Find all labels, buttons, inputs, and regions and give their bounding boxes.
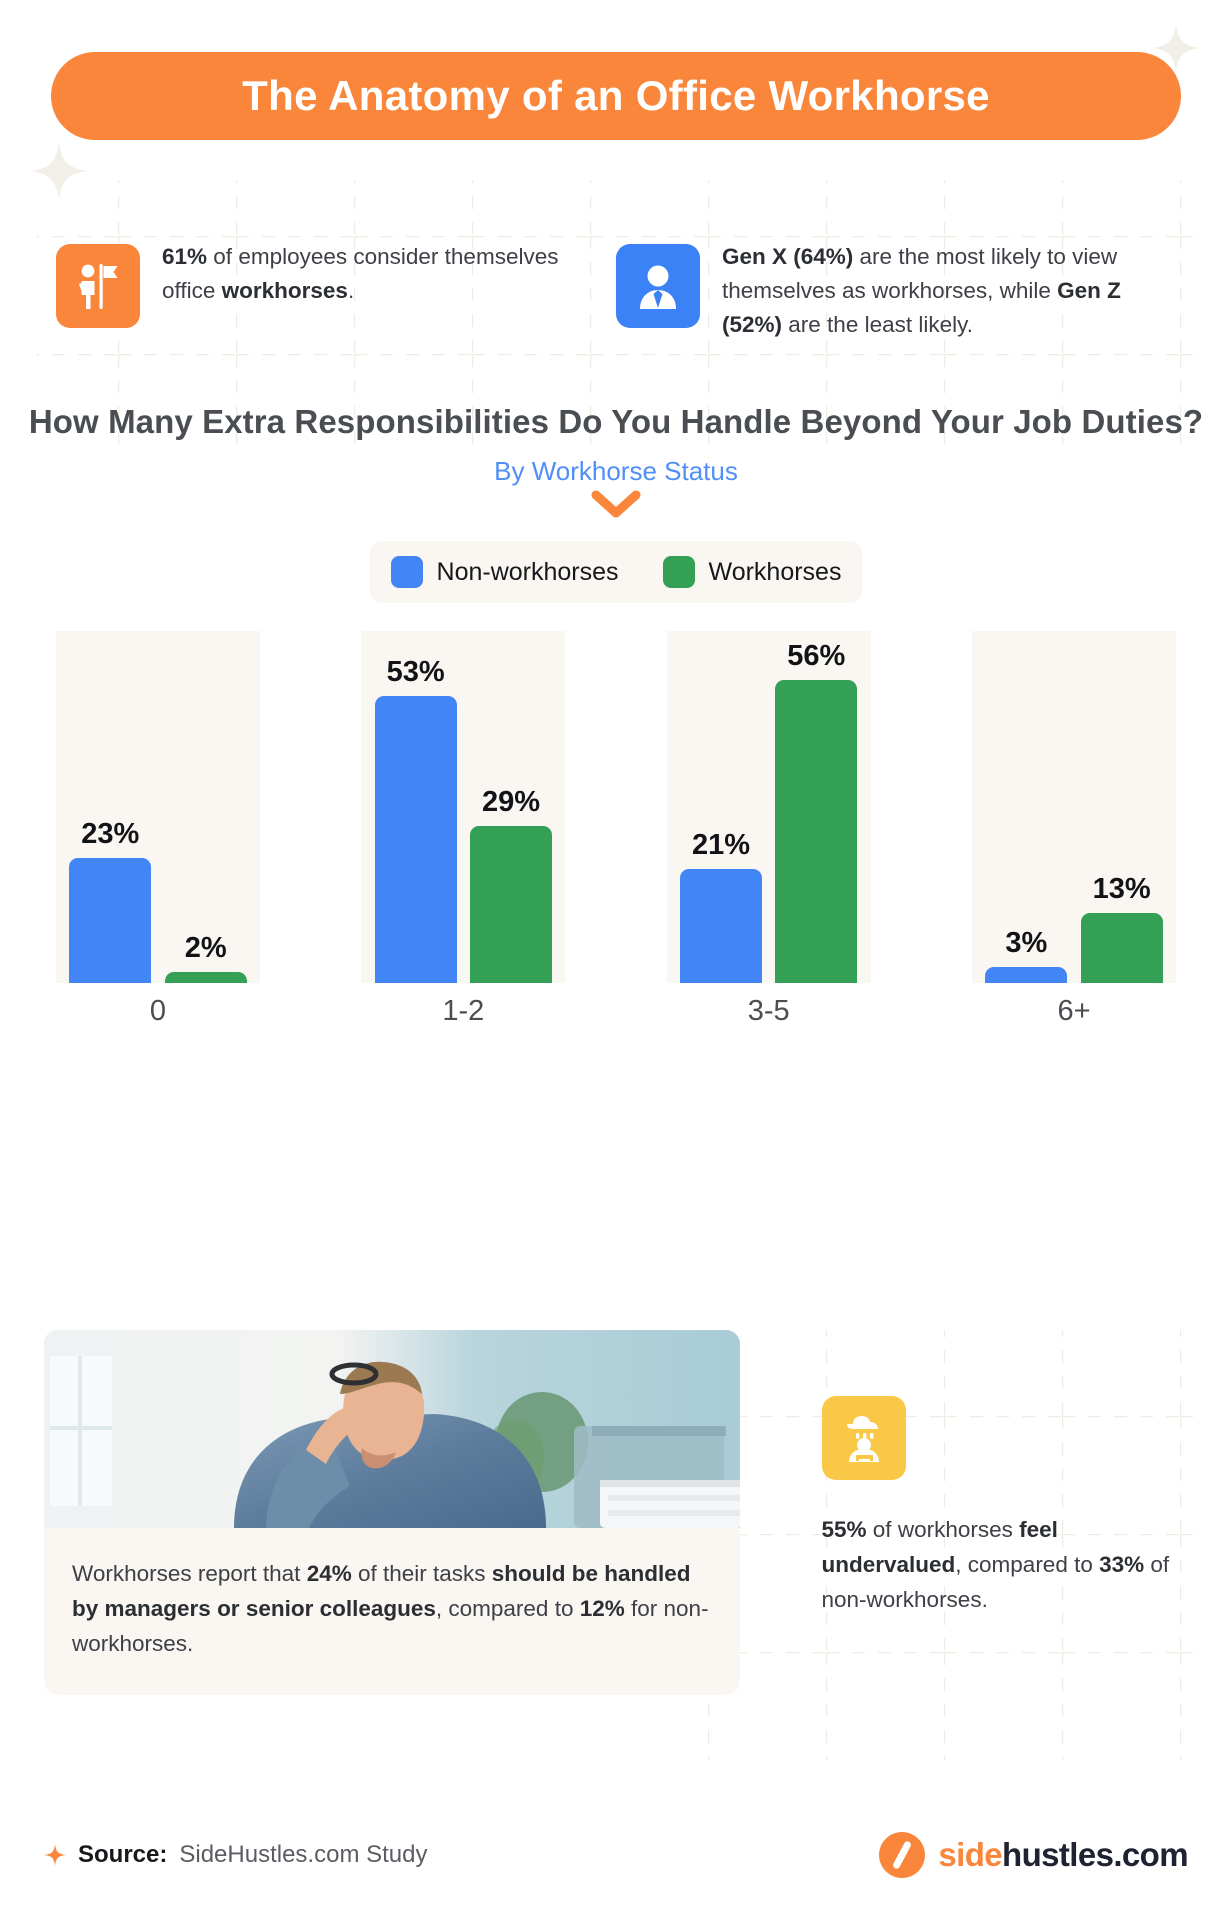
bar-column-non-workhorses-6+: 3% [985,631,1068,984]
logo-text-hustles: hustles.com [1002,1836,1189,1873]
bar-value-label: 53% [386,656,445,689]
bar[interactable] [469,826,552,984]
sad-person-rain-cloud-icon [821,1396,906,1480]
title-pill: The Anatomy of an Office Workhorse [51,52,1181,140]
chart: How Many Extra Responsibilities Do You H… [0,400,1232,1028]
x-axis-label-1-2: 1-2 [442,995,485,1028]
bar-column-workhorses-0: 2% [164,631,247,984]
stat-text-employees: 61% of employees consider themselves off… [162,240,576,308]
sparkle-icon-top-left [30,142,88,200]
bar-column-workhorses-1-2: 29% [469,631,552,984]
bar-value-label: 13% [1092,873,1151,906]
header: The Anatomy of an Office Workhorse [0,0,1232,140]
bar-value-label: 3% [1005,927,1048,960]
stat-text-generations: Gen X (64%) are the most likely to view … [722,240,1176,343]
bar-column-workhorses-6+: 13% [1080,631,1163,984]
stat-item-generations: Gen X (64%) are the most likely to view … [576,240,1176,343]
photo-card: Workhorses report that 24% of their task… [44,1330,740,1696]
bar[interactable] [164,972,247,984]
x-axis-label-0: 0 [149,995,167,1028]
stat-row: 61% of employees consider themselves off… [0,240,1232,343]
legend-swatch-green [662,556,695,589]
chart-subtitle: By Workhorse Status [494,456,738,487]
sidehustles-logo[interactable]: sidehustles.com [879,1832,1189,1878]
chart-x-axis: 0 1-2 3-5 6+ [56,995,1176,1028]
bar-column-workhorses-3-5: 56% [775,631,858,984]
x-axis-label-3-5: 3-5 [747,995,790,1028]
sparkle-icon-source [44,1844,66,1866]
bar-value-label: 23% [81,818,140,851]
source-line: Source: SideHustles.com Study [44,1841,427,1869]
bar-value-label: 29% [481,786,540,819]
side-0: 55% [821,1517,867,1542]
source-label: Source: [78,1841,168,1868]
bar-group-0: 23% 2% [56,631,260,984]
logo-text: sidehustles.com [938,1836,1188,1874]
stat-bold-1-0: Gen X (64%) [722,244,854,269]
bar-value-label: 56% [787,640,846,673]
bar[interactable] [374,696,457,984]
bar-group-bars: 3% 13% [972,631,1176,984]
legend-swatch-blue [390,556,423,589]
bar-value-label: 21% [691,829,750,862]
chevron-down-icon [0,489,1232,519]
stressed-office-worker-photo [44,1330,740,1528]
bar[interactable] [1080,913,1163,984]
stat-item-employees: 61% of employees consider themselves off… [56,240,576,343]
cap-4: , compared to [435,1596,580,1622]
source-value: SideHustles.com Study [179,1841,428,1868]
bar-group-6+: 3% 13% [971,631,1176,984]
legend-item-non-workhorses[interactable]: Non-workhorses [390,556,619,589]
cap-0: Workhorses report that [72,1561,307,1586]
undervalued-text: 55% of workhorses feel undervalued, comp… [822,1512,1189,1617]
logo-mark-icon [879,1832,926,1878]
side-3: , compared to [955,1552,1100,1578]
bar-group-1-2: 53% 29% [361,631,566,984]
legend-label-non-workhorses: Non-workhorses [436,557,619,586]
cap-1: 24% [306,1561,352,1586]
stat-bold-0-0: 61% [162,244,208,269]
chart-plot-area: 23% 2% 53% 29% 21% 56% 3% 13% [56,631,1176,984]
undervalued-card: 55% of workhorses feel undervalued, comp… [774,1330,1189,1695]
bar[interactable] [69,858,152,984]
footer: Source: SideHustles.com Study sidehustle… [0,1832,1232,1878]
photo-caption: Workhorses report that 24% of their task… [44,1528,740,1695]
legend-label-workhorses: Workhorses [708,557,842,586]
stat-plain-0-3: . [347,278,355,304]
chart-legend: Non-workhorses Workhorses [370,541,862,604]
person-with-flag-icon [56,244,140,328]
cap-5: 12% [579,1596,625,1622]
bottom-section: Workhorses report that 24% of their task… [0,1330,1232,1696]
side-4: 33% [1099,1552,1145,1578]
bar-value-label: 2% [184,932,227,965]
bar[interactable] [985,967,1068,984]
page-title: The Anatomy of an Office Workhorse [242,72,990,119]
bar-column-non-workhorses-3-5: 21% [679,631,762,984]
bar-column-non-workhorses-1-2: 53% [374,631,457,984]
bar-group-bars: 23% 2% [56,631,260,984]
logo-text-side: side [938,1836,1003,1873]
chart-title: How Many Extra Responsibilities Do You H… [28,403,1204,440]
stat-bold-0-2: workhorses [221,278,348,304]
legend-item-workhorses[interactable]: Workhorses [662,556,842,589]
side-1: of workhorses [866,1517,1020,1542]
x-axis-label-6+: 6+ [1057,995,1091,1028]
bar-group-bars: 21% 56% [667,631,871,984]
bar[interactable] [775,680,858,984]
bar[interactable] [679,869,762,984]
business-person-avatar-icon [616,244,700,328]
bar-group-bars: 53% 29% [361,631,565,984]
stat-plain-1-3: are the least likely. [782,312,973,338]
bar-group-3-5: 21% 56% [666,631,871,984]
bar-column-non-workhorses-0: 23% [69,631,152,984]
cap-2: of their tasks [351,1561,492,1586]
